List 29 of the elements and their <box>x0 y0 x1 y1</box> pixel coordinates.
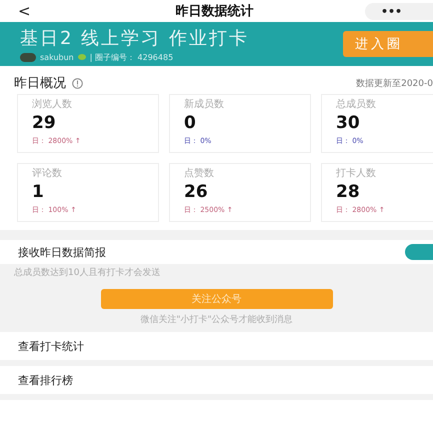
stat-value: 1 <box>32 182 45 202</box>
report-toggle[interactable] <box>405 244 433 260</box>
stat-label: 评论数 <box>32 167 63 180</box>
stat-label: 新成员数 <box>184 98 225 111</box>
stat-value: 28 <box>336 182 361 202</box>
page-title: 昨日数据统计 <box>174 2 254 20</box>
stat-label: 点赞数 <box>184 166 215 180</box>
stat-label: 浏览人数 <box>32 98 73 111</box>
avatar <box>20 52 36 62</box>
more-button[interactable]: ••• <box>365 2 433 20</box>
info-icon <box>72 78 83 88</box>
link-row[interactable]: 查看打卡统计 <box>18 338 84 354</box>
section-title: 昨日概况 <box>14 75 66 92</box>
report-label: 接收昨日数据简报 <box>18 244 106 260</box>
stat-value: 29 <box>32 113 57 133</box>
stat-label: 打卡人数 <box>336 166 377 180</box>
stat-value: 0 <box>184 113 197 133</box>
owner-name: sakubun <box>40 52 74 62</box>
update-time: 数据更新至2020-0 <box>356 78 433 90</box>
stat-label: 总成员数 <box>336 98 377 111</box>
link-row[interactable]: 查看排行榜 <box>18 372 73 388</box>
follow-note: 微信关注"小打卡"公众号才能收到消息 <box>140 314 293 326</box>
group-name: 基日2 线上学习 作业打卡 <box>20 26 250 50</box>
report-hint: 总成员数达到10人且有打卡才会发送 <box>13 266 160 279</box>
back-button[interactable]: < <box>18 2 48 20</box>
leaf-icon <box>78 54 86 60</box>
stat-value: 26 <box>184 182 209 202</box>
stat-value: 30 <box>336 113 361 133</box>
group-id: | 圈子编号： 4296485 <box>90 52 174 62</box>
